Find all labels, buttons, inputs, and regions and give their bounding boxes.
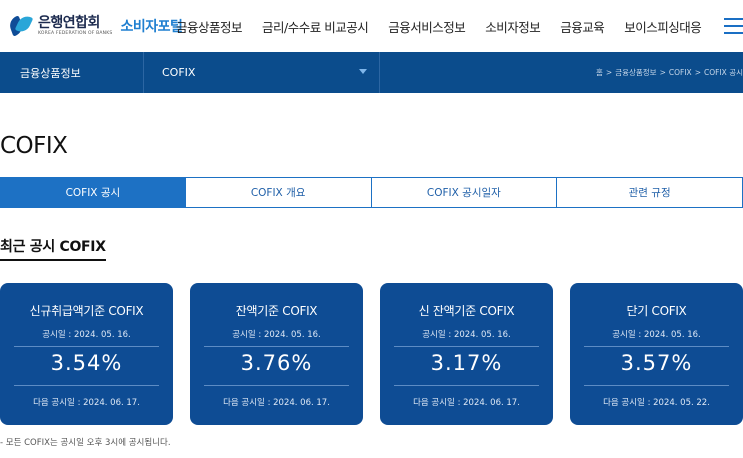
card-divider — [394, 385, 539, 386]
tab-related-regulations[interactable]: 관련 규정 — [557, 177, 743, 208]
breadcrumb-home[interactable]: 홈 — [596, 67, 603, 78]
breadcrumb-separator-icon: > — [694, 68, 701, 77]
card-title: 신 잔액기준 COFIX — [418, 304, 515, 318]
footnote: - 모든 COFIX는 공시일 오후 3시에 공시됩니다. — [0, 438, 171, 448]
nav-item-services[interactable]: 금융서비스정보 — [388, 17, 466, 36]
tab-bar: COFIX 공시 COFIX 개요 COFIX 공시일자 관련 규정 — [0, 177, 743, 208]
cofix-card-short-term: 단기 COFIX 공시일 : 2024. 05. 16. 3.57% 다음 공시… — [570, 283, 743, 425]
card-title: 신규취급액기준 COFIX — [29, 304, 144, 318]
card-next-date: 다음 공시일 : 2024. 05. 22. — [603, 398, 710, 408]
card-divider — [14, 385, 159, 386]
location-depth1-label: 금융상품정보 — [20, 66, 81, 80]
location-depth2-select[interactable]: COFIX — [144, 52, 380, 93]
location-depth1-select[interactable]: 금융상품정보 — [0, 52, 144, 93]
breadcrumb-separator-icon: > — [659, 68, 666, 77]
page-title: COFIX — [0, 133, 68, 159]
location-bar: 금융상품정보 COFIX 홈 > 금융상품정보 > COFIX > COFIX … — [0, 52, 743, 93]
location-depth2-label: COFIX — [162, 66, 196, 79]
main-nav: 금융상품정보 금리/수수료 비교공시 금융서비스정보 소비자정보 금융교육 보이… — [176, 0, 721, 52]
card-disclosure-date: 공시일 : 2024. 05. 16. — [42, 330, 131, 340]
card-rate: 3.17% — [430, 351, 503, 375]
card-disclosure-date: 공시일 : 2024. 05. 16. — [232, 330, 321, 340]
breadcrumb-item[interactable]: COFIX — [669, 68, 692, 77]
breadcrumb-current: COFIX 공시 — [704, 68, 743, 77]
site-header: 은행연합회 KOREA FEDERATION OF BANKS 소비자포털 금융… — [0, 0, 743, 52]
breadcrumb-item[interactable]: 금융상품정보 — [615, 67, 656, 78]
section-title: 최근 공시 COFIX — [0, 236, 106, 261]
nav-item-rates-fees[interactable]: 금리/수수료 비교공시 — [262, 17, 369, 36]
logo-portal-text: 소비자포털 — [120, 19, 183, 35]
card-divider — [14, 346, 159, 347]
nav-item-education[interactable]: 금융교육 — [560, 17, 605, 36]
logo-sub-text: KOREA FEDERATION OF BANKS — [38, 30, 113, 36]
nav-item-products[interactable]: 금융상품정보 — [176, 17, 243, 36]
cofix-card-new-balance: 신 잔액기준 COFIX 공시일 : 2024. 05. 16. 3.17% 다… — [380, 283, 553, 425]
tab-cofix-disclosure[interactable]: COFIX 공시 — [0, 177, 186, 208]
tab-cofix-schedule[interactable]: COFIX 공시일자 — [371, 177, 558, 208]
card-divider — [584, 346, 729, 347]
card-divider — [204, 346, 349, 347]
card-rate: 3.76% — [240, 351, 313, 375]
card-divider — [204, 385, 349, 386]
hamburger-menu-icon[interactable] — [724, 18, 743, 34]
card-next-date: 다음 공시일 : 2024. 06. 17. — [223, 398, 330, 408]
card-title: 단기 COFIX — [626, 304, 687, 318]
card-divider — [394, 346, 539, 347]
nav-item-voice-phishing[interactable]: 보이스피싱대응 — [624, 17, 702, 36]
breadcrumb-separator-icon: > — [605, 68, 613, 77]
kfb-logo-icon — [7, 13, 34, 39]
card-disclosure-date: 공시일 : 2024. 05. 16. — [612, 330, 701, 340]
tab-cofix-overview[interactable]: COFIX 개요 — [185, 177, 372, 208]
card-rate: 3.57% — [620, 351, 693, 375]
site-logo[interactable]: 은행연합회 KOREA FEDERATION OF BANKS 소비자포털 — [7, 6, 183, 46]
cofix-card-new-loans: 신규취급액기준 COFIX 공시일 : 2024. 05. 16. 3.54% … — [0, 283, 173, 425]
breadcrumb: 홈 > 금융상품정보 > COFIX > COFIX 공시 — [596, 52, 743, 93]
card-next-date: 다음 공시일 : 2024. 06. 17. — [33, 398, 140, 408]
logo-text: 은행연합회 KOREA FEDERATION OF BANKS — [38, 16, 112, 37]
card-divider — [584, 385, 729, 386]
cofix-cards: 신규취급액기준 COFIX 공시일 : 2024. 05. 16. 3.54% … — [0, 283, 743, 425]
card-rate: 3.54% — [50, 351, 123, 375]
logo-main-text: 은행연합회 — [38, 14, 100, 31]
card-next-date: 다음 공시일 : 2024. 06. 17. — [413, 398, 520, 408]
chevron-down-icon — [359, 69, 367, 74]
card-title: 잔액기준 COFIX — [235, 304, 318, 318]
nav-item-consumer-info[interactable]: 소비자정보 — [485, 17, 541, 36]
cofix-card-balance: 잔액기준 COFIX 공시일 : 2024. 05. 16. 3.76% 다음 … — [190, 283, 363, 425]
card-disclosure-date: 공시일 : 2024. 05. 16. — [422, 330, 511, 340]
